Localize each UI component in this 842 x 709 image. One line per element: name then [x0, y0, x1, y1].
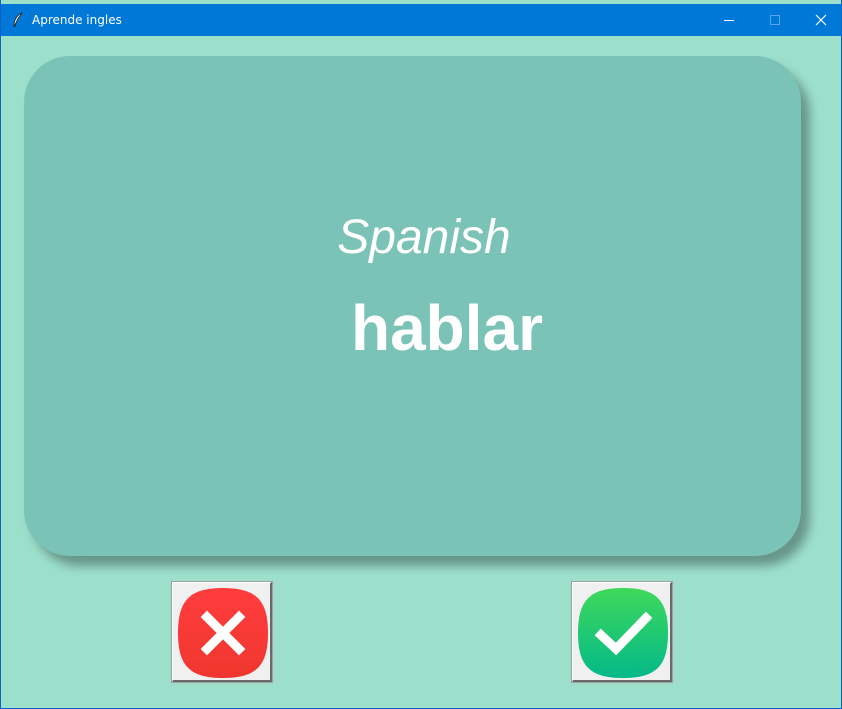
checkmark-icon — [578, 588, 668, 678]
wrong-button[interactable] — [171, 581, 273, 683]
card-language-label: Spanish — [337, 211, 511, 264]
right-button[interactable] — [571, 581, 673, 683]
flashcard: Spanish hablar — [24, 56, 801, 556]
feather-icon — [13, 12, 24, 28]
maximize-icon — [770, 15, 780, 25]
close-button[interactable] — [798, 4, 842, 36]
close-icon — [815, 14, 827, 26]
maximize-button[interactable] — [752, 4, 798, 36]
window-title: Aprende ingles — [32, 13, 122, 27]
minimize-icon — [724, 20, 734, 21]
app-window: Aprende ingles Spanish hablar — [0, 0, 842, 709]
title-bar[interactable]: Aprende ingles — [1, 4, 841, 36]
cross-icon — [178, 588, 268, 678]
minimize-button[interactable] — [706, 4, 752, 36]
card-word: hablar — [350, 292, 544, 364]
flashcard-canvas: Spanish hablar — [1, 36, 841, 708]
